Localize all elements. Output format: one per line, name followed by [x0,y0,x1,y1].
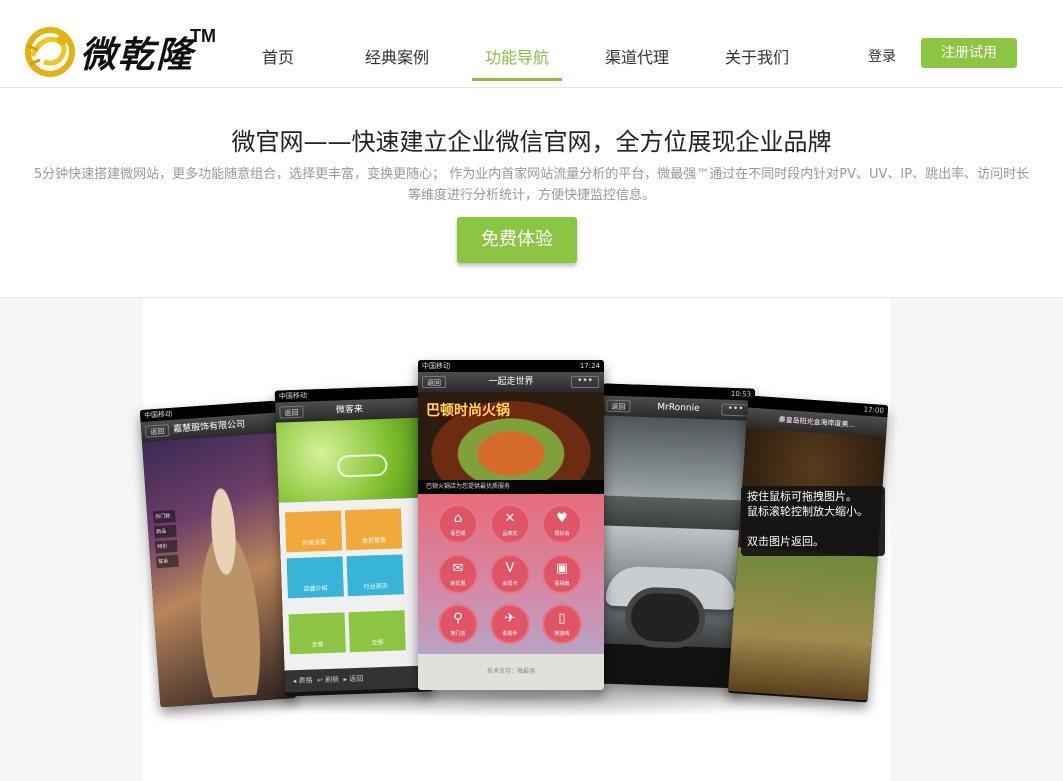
gift-icon: ✉ 新优惠 [438,554,478,594]
model-figure [174,473,280,700]
restaurant-title: 巴顿时尚火锅 [426,403,510,419]
free-trial-button[interactable]: 免费体验 [457,217,577,263]
tile-4: 行业资讯 [346,554,404,597]
dining-icon: ✕ 品菜式 [490,504,530,544]
tile-6: 全部 [348,610,406,653]
more-icon: ••• [571,376,599,388]
hero-title: 微官网——快速建立企业微信官网，全方位展现企业品牌 [231,128,832,156]
hero-description: 5分钟快速搭建微网站，更多功能随意组合，选择更丰富，变换更随心； 作为业内首家网… [33,167,1030,203]
green-banner [275,417,427,503]
tile-2: 会员管理 [344,508,403,551]
phone-mockup-2: 中国移动 返回 微客来 外卖点菜 会员管理 店面介绍 行业资讯 全部 全部 ◂ … [274,385,434,697]
tile-3: 店面介绍 [286,556,344,599]
phone-title: 一起走世界 [488,377,534,387]
status-bar: 中国移动 17:24 [418,360,604,372]
back-button: 返回 [606,399,631,413]
phone-title: 秦皇岛阳光金海岸度美... [778,415,856,429]
nav-cases[interactable]: 经典案例 [364,44,430,67]
photo-caption: 巴顿火锅店为您提供最优质服务 [418,480,604,494]
tile-5: 全部 [288,612,346,655]
phone-title: 微客来 [335,404,364,416]
plane-icon: ✈ 看助手 [490,604,530,644]
login-link[interactable]: 登录 [868,46,896,66]
phone-title: MrRonnie [657,402,700,414]
horse-photo [727,547,878,701]
nav-channels[interactable]: 渠道代理 [604,44,670,67]
register-button[interactable]: 注册试用 [921,38,1017,68]
phone-topbar: 返回 一起走世界 ••• [418,372,604,392]
album-icon: ▣ 看相册 [542,554,582,594]
location-icon: ⚲ 到门店 [438,604,478,644]
hotpot-photo: 巴顿时尚火锅 [418,392,604,480]
trademark: TM [190,26,216,46]
nav-about[interactable]: 关于我们 [724,44,790,67]
tile-1: 外卖点菜 [284,510,343,553]
side-menu: 热门款 新品 特价 联系 [152,509,179,571]
phone-mockup-3: 中国移动 17:24 返回 一起走世界 ••• 巴顿时尚火锅 巴顿火锅店为您提供最… [418,360,604,690]
nav-features[interactable]: 功能导航 [484,44,550,67]
vip-card-icon: V 会员卡 [490,554,530,594]
like-icon: ♥ 赞好会 [542,504,582,544]
brand-name: 微乾隆 [80,34,195,76]
image-tooltip: 按住鼠标可拖拽图片。 鼠标滚轮控制放大缩小。 双击图片返回。 [741,486,885,556]
game-icon: ▯ 微游戏 [542,604,582,644]
nav-home[interactable]: 首页 [258,44,298,67]
phone-title: 嘉慧服饰有限公司 [172,419,246,435]
back-button: 返回 [279,405,304,419]
car-photo [594,525,751,650]
fashion-photo: 热门款 新品 特价 联系 [142,432,297,708]
phone-mockup-1: 中国移动 返回 嘉慧服饰有限公司 热门款 新品 特价 联系 [139,400,297,708]
tile-grid: 外卖点菜 会员管理 店面介绍 行业资讯 全部 全部 [278,497,433,671]
more-icon: ••• [721,403,750,417]
back-button: 返回 [422,376,446,388]
dragon-logo-icon [25,27,75,77]
function-icons: ⌂ 看巴顿 ✕ 品菜式 ♥ 赞好会 ✉ 新优惠 V 会员卡 ▣ 看相册 ⚲ 到门店 ✈ 看助手 … [418,494,604,654]
home-icon: ⌂ 看巴顿 [438,504,478,544]
phone-footer: 技术支持：微最强 [418,654,604,690]
nav-active-indicator [472,78,562,81]
site-header: 微乾隆 TM 首页 经典案例 功能导航 渠道代理 关于我们 登录 注册试用 [0,0,1063,88]
back-button: 返回 [144,424,170,438]
steering-wheel-icon [624,586,707,650]
city-photo [598,415,755,531]
logo[interactable]: 微乾隆 TM [22,24,222,80]
